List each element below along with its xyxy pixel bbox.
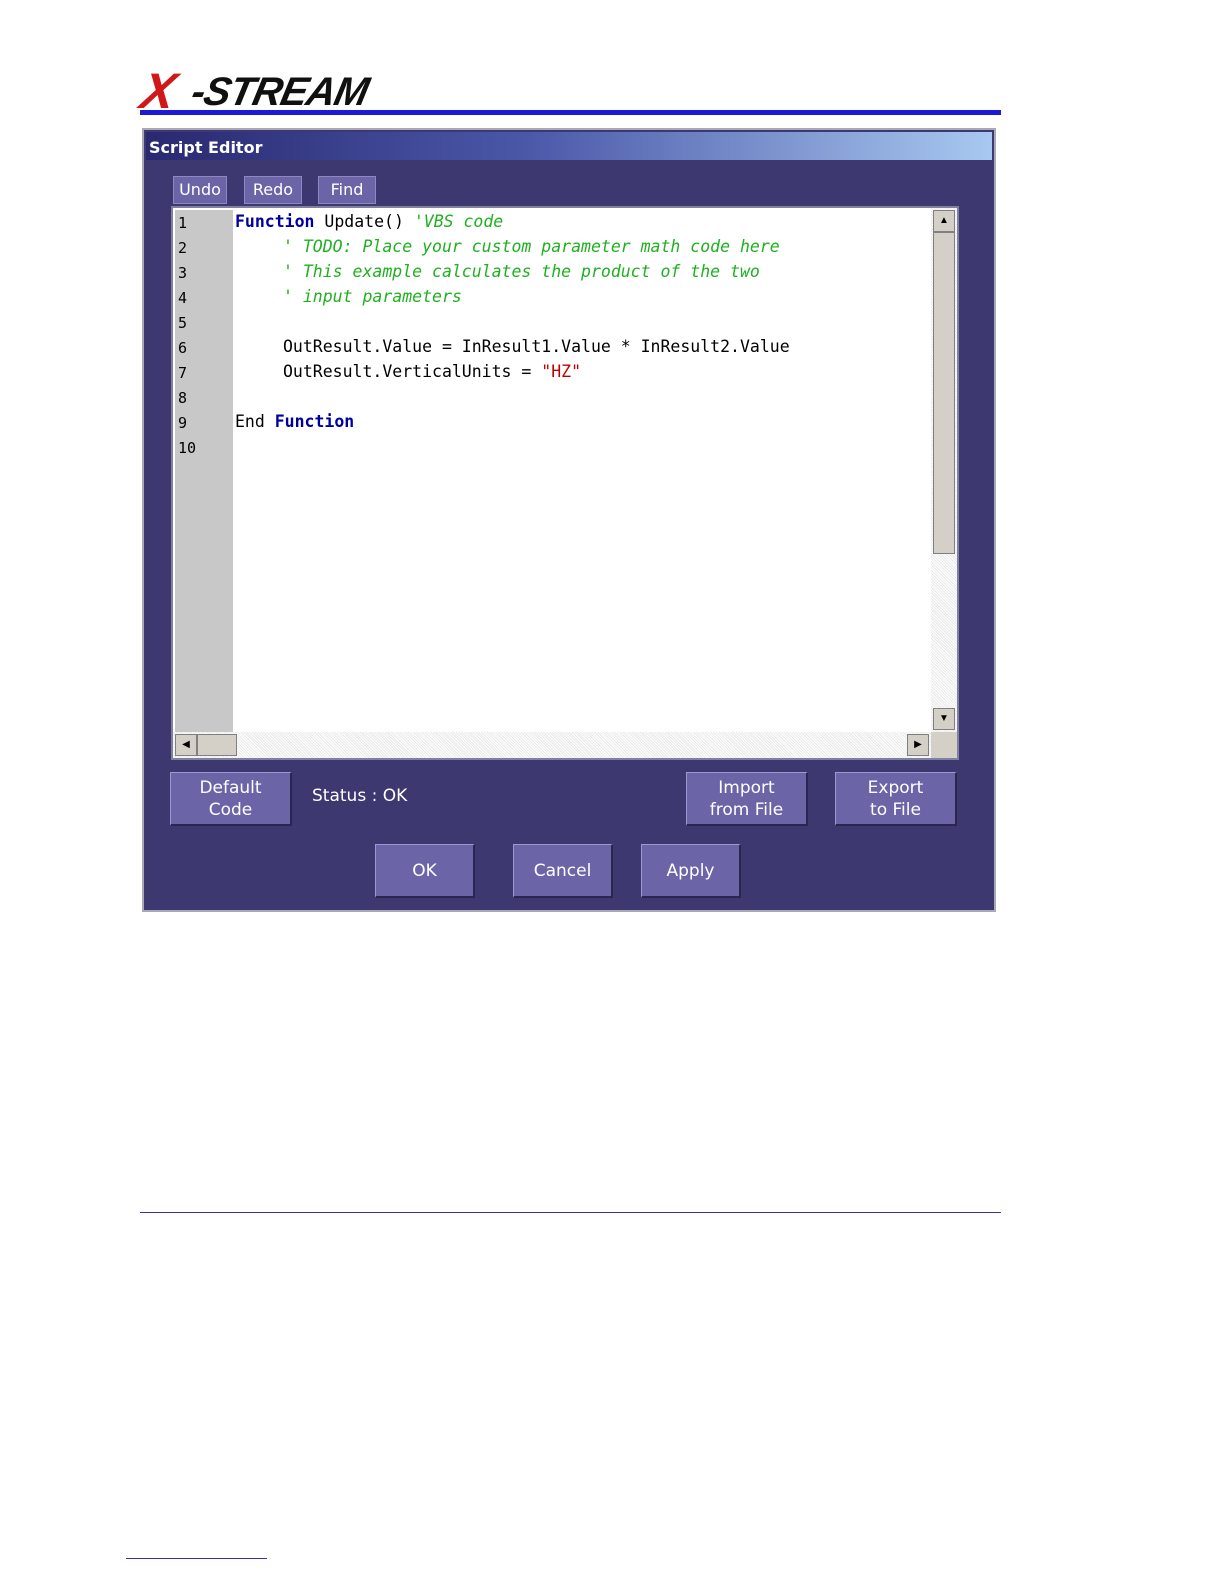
- line-number: 7: [178, 364, 188, 382]
- title-bar: Script Editor: [146, 132, 992, 160]
- line-number: 6: [178, 339, 188, 357]
- keyword: Function: [235, 212, 315, 231]
- code-line-2: ' TODO: Place your custom parameter math…: [283, 237, 780, 256]
- button-label: Code: [208, 799, 253, 820]
- code-line-3: ' This example calculates the product of…: [283, 262, 760, 281]
- comment: ' TODO: Place your custom parameter math…: [283, 237, 780, 256]
- undo-button[interactable]: Undo: [173, 176, 227, 204]
- code-text: End: [235, 412, 275, 431]
- default-code-button[interactable]: Default Code: [170, 772, 292, 826]
- vertical-scroll-thumb[interactable]: [933, 232, 955, 554]
- string-literal: "HZ": [541, 362, 582, 381]
- comment: ' This example calculates the product of…: [283, 262, 760, 281]
- code-line-6: OutResult.Value = InResult1.Value * InRe…: [283, 337, 790, 356]
- comment: ' input parameters: [283, 287, 462, 306]
- status-text: Status : OK: [312, 786, 408, 806]
- ok-button[interactable]: OK: [375, 844, 475, 898]
- apply-button[interactable]: Apply: [641, 844, 741, 898]
- xstream-logo: X -STREAM: [136, 63, 450, 119]
- button-label: to File: [870, 799, 921, 820]
- button-label: from File: [709, 799, 784, 820]
- scroll-down-arrow-icon[interactable]: ▼: [933, 708, 955, 730]
- code-text: OutResult.VerticalUnits =: [283, 362, 542, 381]
- scrollbar-corner: [931, 732, 957, 758]
- code-line-9: End Function: [235, 412, 354, 431]
- find-button[interactable]: Find: [318, 176, 376, 204]
- code-line-1: Function Update() 'VBS code: [235, 212, 503, 231]
- line-number: 3: [178, 264, 188, 282]
- scroll-up-arrow-icon[interactable]: ▲: [933, 210, 955, 232]
- line-number: 4: [178, 289, 188, 307]
- button-label: Export: [867, 777, 924, 798]
- code-text: OutResult.Value = InResult1.Value * InRe…: [283, 337, 790, 356]
- button-label: Import: [718, 777, 775, 798]
- script-editor-window: Script Editor Undo Redo Find 1 2 3 4 5 6…: [142, 128, 996, 912]
- line-number: 10: [178, 439, 197, 457]
- horizontal-scroll-thumb[interactable]: [197, 734, 237, 756]
- line-number: 1: [178, 214, 188, 232]
- keyword: Function: [274, 412, 355, 431]
- redo-button[interactable]: Redo: [244, 176, 302, 204]
- code-editor[interactable]: 1 2 3 4 5 6 7 8 9 10 Function Update() '…: [171, 206, 959, 760]
- scroll-right-arrow-icon[interactable]: ▶: [907, 734, 929, 756]
- vertical-scrollbar[interactable]: ▲ ▼: [931, 208, 957, 732]
- cancel-button[interactable]: Cancel: [513, 844, 613, 898]
- footnote-rule: [126, 1558, 267, 1559]
- import-from-file-button[interactable]: Import from File: [686, 772, 808, 826]
- header-rule: [140, 110, 1001, 115]
- line-number: 8: [178, 389, 188, 407]
- footer-rule: [140, 1212, 1001, 1213]
- line-number-gutter: 1 2 3 4 5 6 7 8 9 10: [175, 210, 233, 732]
- code-line-7: OutResult.VerticalUnits = "HZ": [283, 362, 581, 381]
- export-to-file-button[interactable]: Export to File: [835, 772, 957, 826]
- horizontal-scrollbar[interactable]: ◀ ▶: [173, 732, 931, 758]
- window-title: Script Editor: [149, 138, 263, 157]
- comment: 'VBS code: [413, 212, 504, 231]
- line-number: 2: [178, 239, 188, 257]
- scroll-left-arrow-icon[interactable]: ◀: [175, 734, 197, 756]
- code-text: Update(): [314, 212, 414, 231]
- code-line-4: ' input parameters: [283, 287, 462, 306]
- button-label: Default: [199, 777, 262, 798]
- line-number: 9: [178, 414, 188, 432]
- line-number: 5: [178, 314, 188, 332]
- logo-stream: -STREAM: [187, 70, 373, 114]
